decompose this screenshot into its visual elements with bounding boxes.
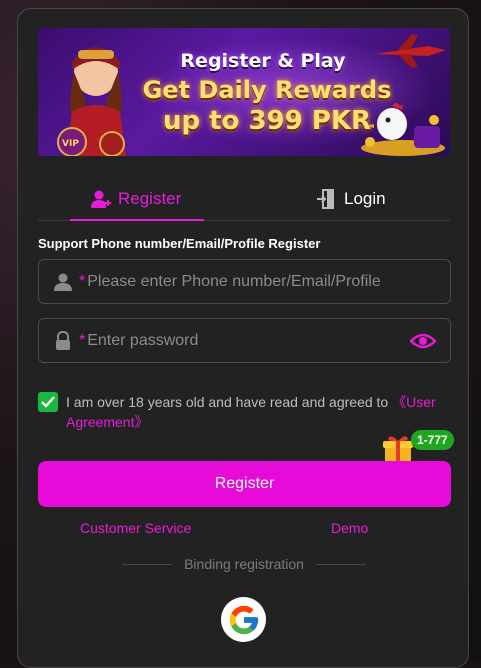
divider-line xyxy=(122,564,172,565)
tab-login-label: Login xyxy=(344,189,386,209)
pilot-character-image: VIP xyxy=(46,32,146,156)
phone-email-field[interactable]: * xyxy=(38,259,451,304)
banner-subheadline: Get Daily Rewards xyxy=(142,76,392,104)
support-text: Support Phone number/Email/Profile Regis… xyxy=(38,236,320,251)
password-input[interactable] xyxy=(85,332,410,350)
gift-icon[interactable] xyxy=(382,433,414,463)
user-icon xyxy=(53,272,73,292)
banner-headline: Register & Play xyxy=(168,50,358,72)
divider-line xyxy=(316,564,366,565)
google-login-button[interactable] xyxy=(221,597,266,642)
bonus-badge: 1-777 xyxy=(411,430,454,450)
agreement-checkbox[interactable] xyxy=(38,392,58,412)
customer-service-link[interactable]: Customer Service xyxy=(80,520,191,536)
tab-register[interactable]: Register xyxy=(90,177,181,221)
phone-email-input[interactable] xyxy=(85,273,450,291)
banner-amount: up to 399 PKR xyxy=(152,106,382,136)
checkmark-icon xyxy=(41,396,55,408)
password-field[interactable]: * xyxy=(38,318,451,363)
agreement-statement: I am over 18 years old and have read and… xyxy=(66,394,392,410)
tab-register-label: Register xyxy=(118,189,181,209)
auth-tabs: Register Login xyxy=(38,177,450,221)
add-user-icon xyxy=(90,189,112,209)
google-icon xyxy=(227,603,261,637)
lock-icon xyxy=(53,331,73,351)
agreement-text: I am over 18 years old and have read and… xyxy=(66,392,456,432)
promo-banner[interactable]: VIP Register & Play Get Daily Rewards up… xyxy=(38,28,450,156)
login-door-icon xyxy=(316,189,338,209)
plane-image xyxy=(368,32,450,72)
binding-label: Binding registration xyxy=(184,556,304,572)
active-tab-indicator xyxy=(70,219,204,221)
binding-divider: Binding registration xyxy=(122,555,366,573)
register-button[interactable]: Register xyxy=(38,461,451,507)
eye-icon[interactable] xyxy=(410,332,436,350)
demo-link[interactable]: Demo xyxy=(331,520,368,536)
vip-label: VIP xyxy=(62,139,79,149)
tab-login[interactable]: Login xyxy=(316,177,386,221)
register-modal: VIP Register & Play Get Daily Rewards up… xyxy=(17,8,469,668)
